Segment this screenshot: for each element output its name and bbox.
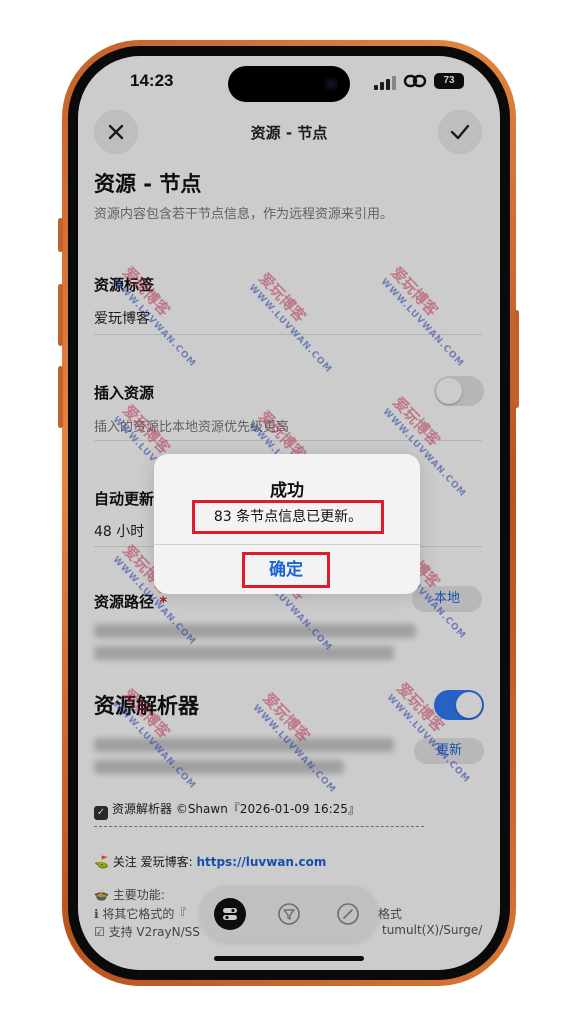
- dialog-divider: [154, 544, 420, 545]
- volume-down-button: [58, 366, 63, 428]
- dialog-message: 83 条节点信息已更新。: [192, 500, 384, 534]
- dialog-ok-button[interactable]: 确定: [242, 552, 330, 588]
- dialog-title: 成功: [270, 481, 304, 501]
- screenshot-stage: 14:23 73 资源 - 节点 资源 - 节点 资源内容包含若干节点信息，作为…: [0, 0, 577, 1024]
- success-dialog: 成功 83 条节点信息已更新。 确定: [154, 454, 420, 594]
- phone-screen: 14:23 73 资源 - 节点 资源 - 节点 资源内容包含若干节点信息，作为…: [78, 56, 500, 970]
- action-button: [58, 218, 63, 252]
- volume-up-button: [58, 284, 63, 346]
- power-button: [514, 310, 519, 408]
